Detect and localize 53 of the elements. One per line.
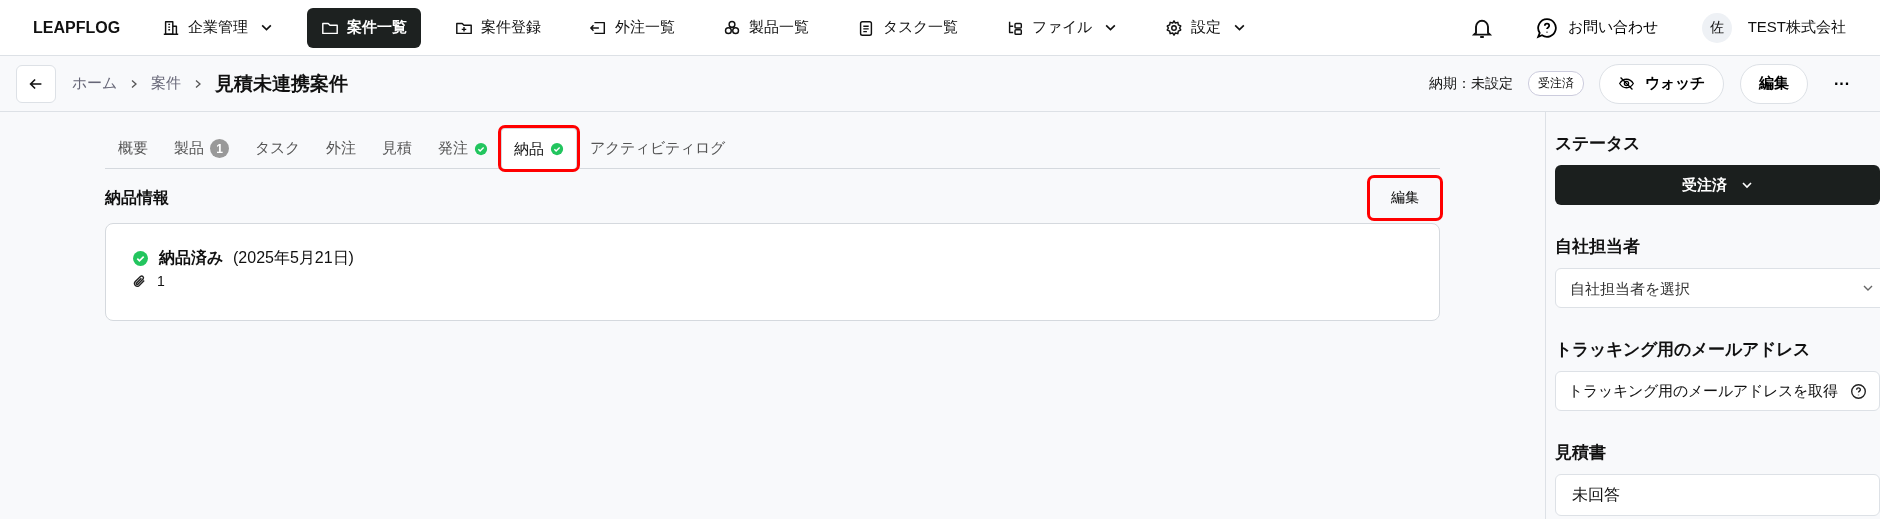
company-name: TEST株式会社 (1747, 18, 1846, 37)
breadcrumb-link[interactable]: ホーム (72, 74, 117, 93)
tab[interactable]: 発注 (425, 128, 501, 168)
logo[interactable]: LEAPFLOG (33, 18, 121, 37)
status-dropdown[interactable]: 受注済 (1555, 165, 1880, 205)
delivery-date: (2025年5月21日) (233, 248, 354, 268)
nav-item[interactable]: タスク一覧 (843, 7, 973, 48)
contact-link[interactable]: お問い合わせ (1529, 15, 1664, 40)
edit-button[interactable]: 編集 (1740, 63, 1808, 104)
avatar[interactable]: 佐 (1701, 12, 1732, 43)
tab[interactable]: タスク (242, 128, 313, 168)
breadcrumb-link[interactable]: 案件 (151, 74, 181, 93)
circles-icon (723, 18, 742, 37)
more-button[interactable]: ··· (1824, 74, 1860, 93)
chevron-icon (129, 78, 139, 89)
quote-field: 未回答 (1555, 474, 1880, 516)
chevron-down-icon (1741, 179, 1753, 191)
nav-item[interactable]: 設定 (1151, 7, 1261, 48)
deadline-text: 納期：未設定 (1429, 74, 1513, 93)
field-label: ステータス (1555, 133, 1641, 155)
settings-icon (1165, 18, 1184, 37)
tab[interactable]: 外注 (313, 128, 369, 168)
tab[interactable]: 製品 1 (161, 128, 242, 168)
nav-item[interactable]: 案件一覧 (307, 7, 422, 48)
building-icon (162, 18, 181, 37)
nav-item[interactable]: 製品一覧 (709, 7, 824, 48)
back-button[interactable] (16, 64, 56, 103)
tab[interactable]: アクティビティログ (577, 128, 738, 168)
eye-off-icon (1618, 75, 1635, 92)
tracking-button[interactable]: トラッキング用のメールアドレスを取得 (1555, 371, 1880, 411)
status-badge: 受注済 (1528, 71, 1584, 96)
tab[interactable]: 納品 (501, 128, 577, 169)
help-chat-icon (1535, 16, 1558, 39)
field-label: 自社担当者 (1555, 236, 1641, 258)
tab[interactable]: 見積 (369, 128, 425, 168)
tab[interactable]: 概要 (105, 128, 161, 168)
nav-item[interactable]: 案件登録 (441, 7, 556, 48)
help-icon (1850, 382, 1867, 400)
page-title: 見積未連携案件 (215, 71, 348, 96)
check-icon (132, 250, 149, 267)
paperclip-icon (132, 273, 147, 289)
watch-button[interactable]: ウォッチ (1599, 63, 1724, 104)
nav-item[interactable]: 外注一覧 (575, 7, 690, 48)
edit-button[interactable]: 編集 (1370, 178, 1440, 218)
delivery-status: 納品済み (159, 248, 223, 268)
attachment-count: 1 (157, 273, 165, 289)
field-label: トラッキング用のメールアドレス (1555, 339, 1811, 361)
field-label: 見積書 (1555, 442, 1607, 464)
section-title: 納品情報 (105, 187, 169, 208)
nav-item[interactable]: 企業管理 (148, 7, 288, 48)
nav-item[interactable]: ファイル (992, 7, 1132, 48)
chevron-icon (193, 78, 203, 89)
assignee-select[interactable]: 自社担当者を選択 (1555, 268, 1880, 308)
